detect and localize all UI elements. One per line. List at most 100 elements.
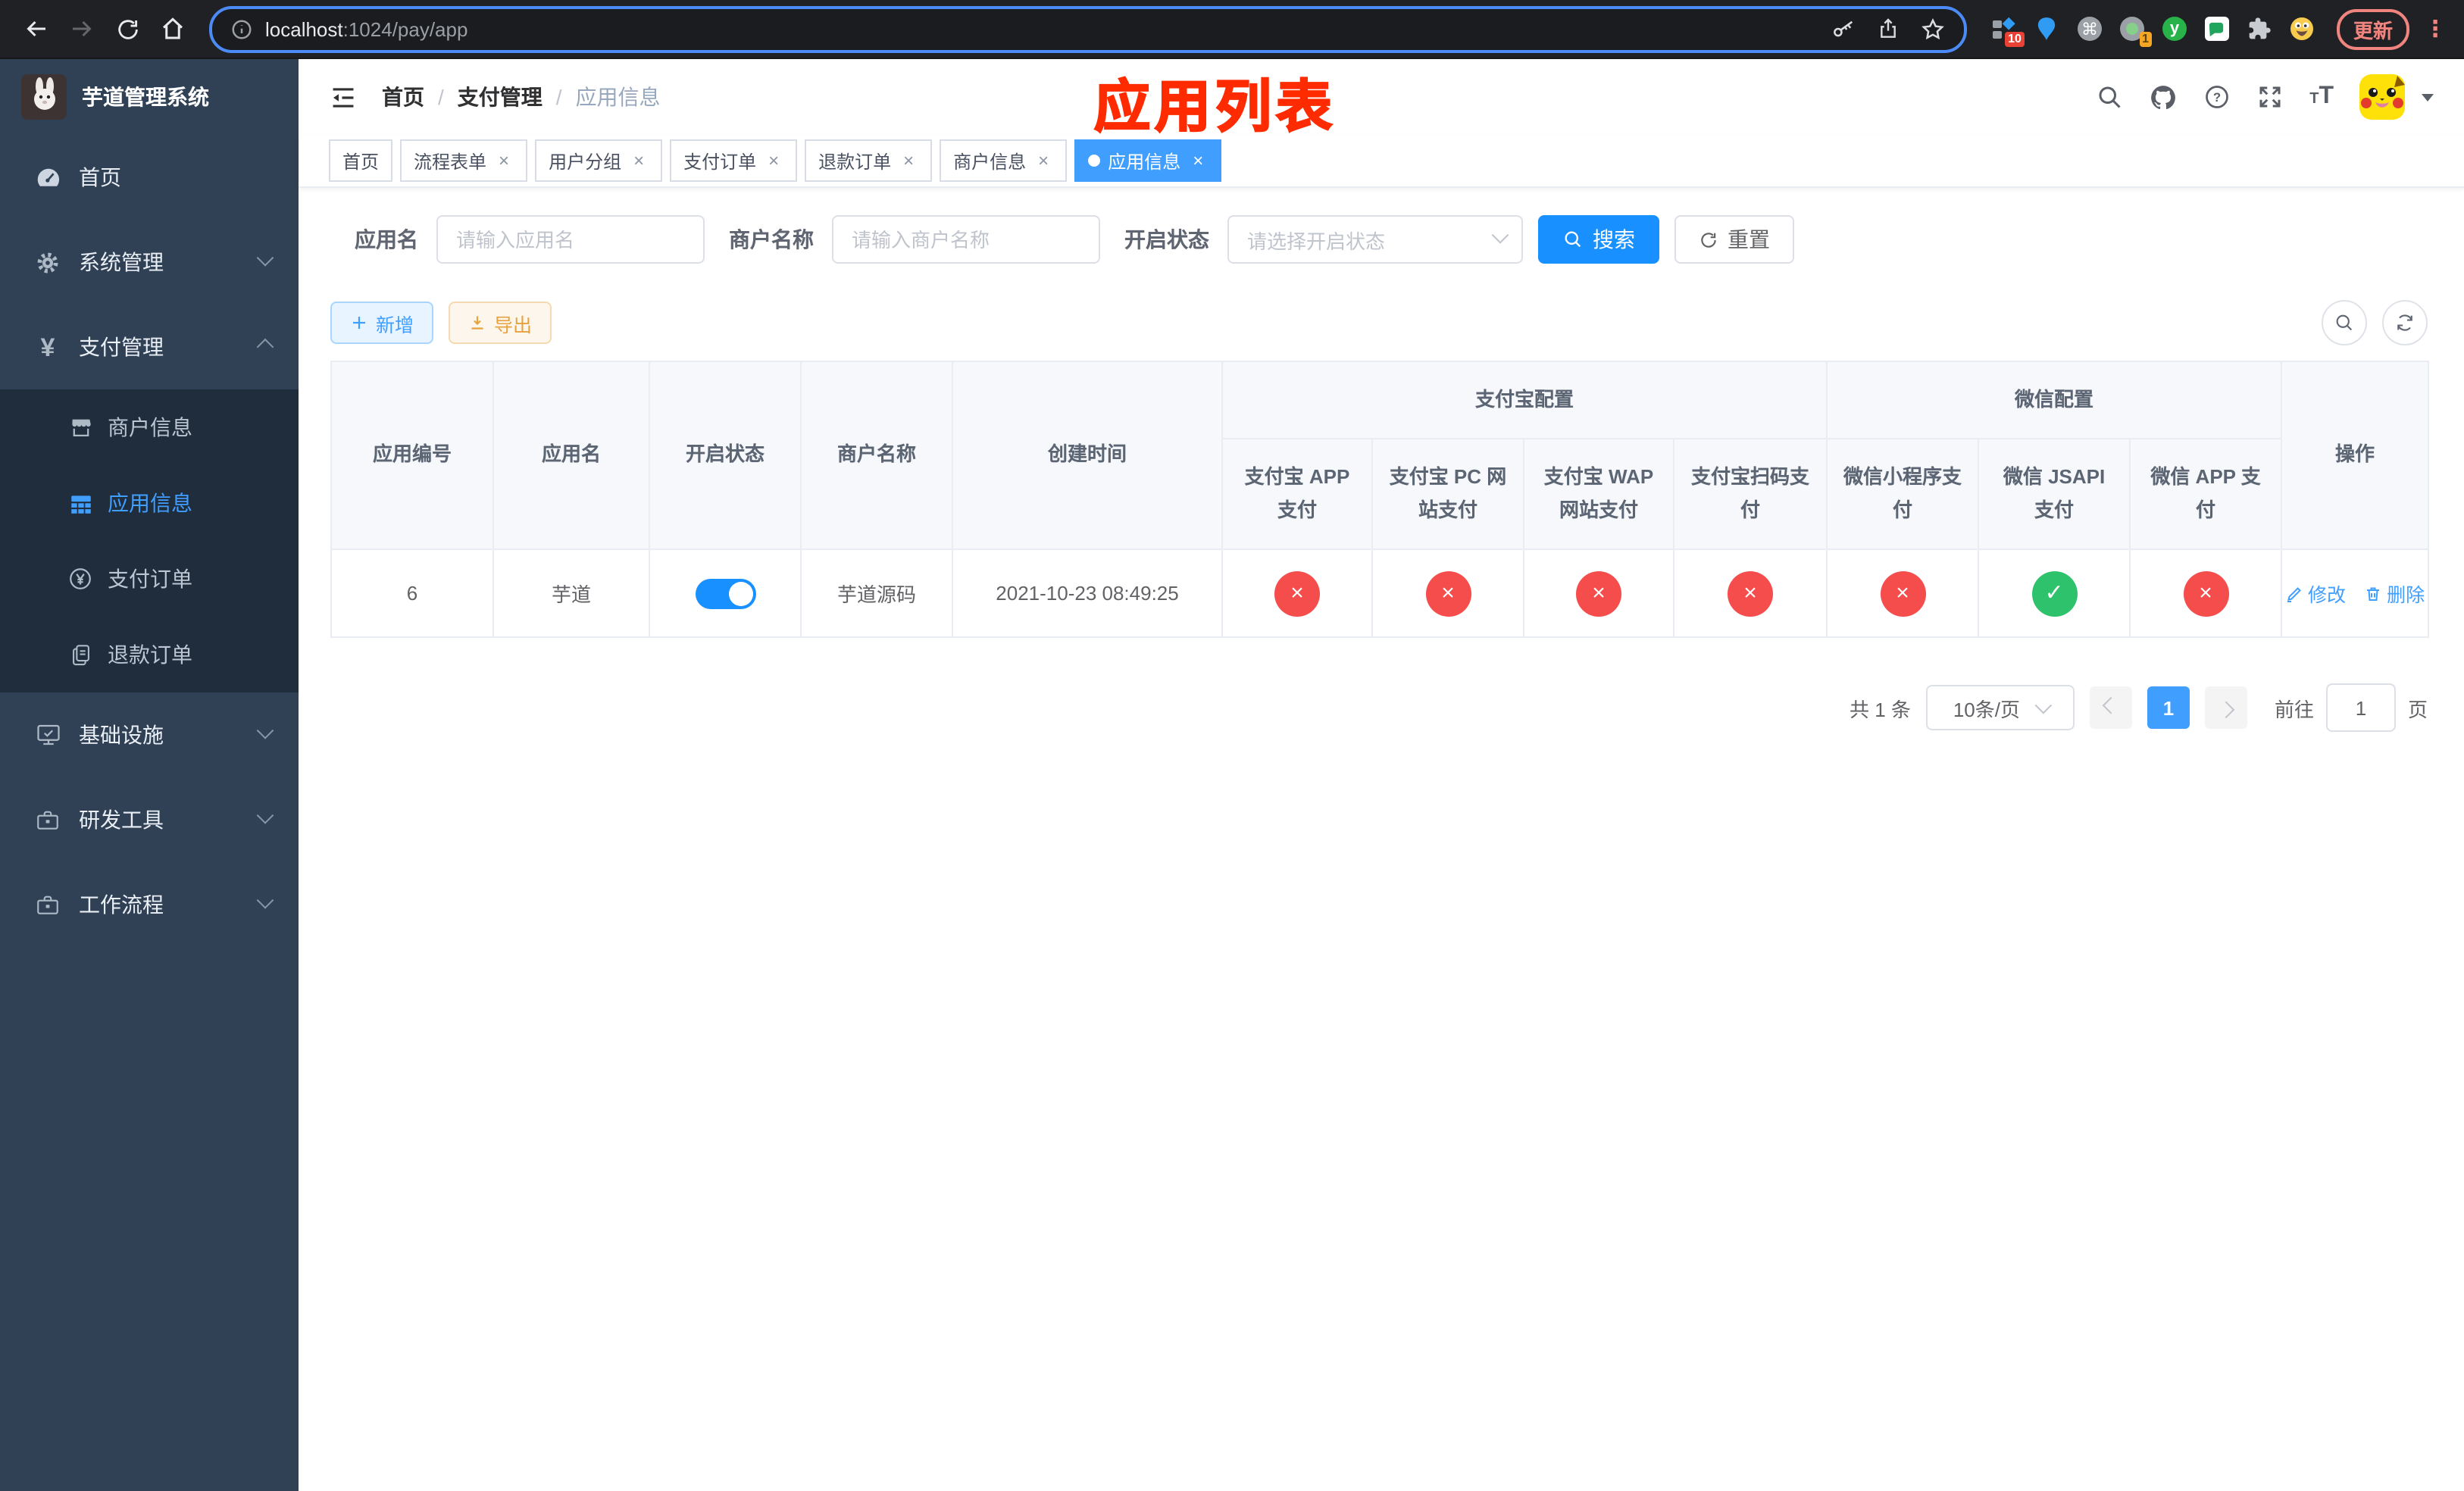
sidebar-item-merchant-info[interactable]: 商户信息 xyxy=(0,389,299,465)
col-alipay-qr: 支付宝扫码支付 xyxy=(1672,438,1828,550)
font-size-icon[interactable]: TT xyxy=(2309,83,2334,111)
close-icon[interactable]: × xyxy=(1188,150,1208,170)
sidebar-item-pay-order[interactable]: 支付订单 xyxy=(0,541,299,617)
status-wx-app: × xyxy=(2183,570,2229,616)
col-wx-app: 微信 APP 支付 xyxy=(2129,438,2283,550)
back-button[interactable] xyxy=(15,8,58,50)
edit-link[interactable]: 修改 xyxy=(2285,579,2346,608)
enabled-toggle[interactable] xyxy=(695,578,755,608)
merchant-name-input[interactable] xyxy=(832,215,1100,264)
logo[interactable]: 芋道管理系统 xyxy=(0,59,299,135)
breadcrumb-home[interactable]: 首页 xyxy=(382,82,424,112)
home-button[interactable] xyxy=(152,8,194,50)
sidebar-item-workflow[interactable]: 工作流程 xyxy=(0,862,299,947)
y-extension-icon[interactable]: y xyxy=(2161,15,2188,42)
sidebar: 芋道管理系统 首页 系统管理 ¥ 支付管理 商户信息 应用信息 支付订单 退款订… xyxy=(0,59,299,1491)
refresh-button[interactable] xyxy=(2382,300,2428,345)
gear-icon xyxy=(33,249,62,275)
measure-extension-icon[interactable]: 10 xyxy=(1991,15,2025,47)
sidebar-fold-icon[interactable] xyxy=(329,83,358,111)
share-icon[interactable] xyxy=(1876,17,1900,41)
next-page-button[interactable] xyxy=(2204,686,2247,729)
tag-process-form[interactable]: 流程表单 × xyxy=(400,139,528,182)
status-alipay-app: × xyxy=(1274,570,1320,616)
sidebar-item-label: 研发工具 xyxy=(79,808,164,832)
prev-page-button[interactable] xyxy=(2089,686,2132,729)
close-icon[interactable]: × xyxy=(494,150,514,170)
payment-submenu: 商户信息 应用信息 支付订单 退款订单 xyxy=(0,389,299,692)
sidebar-item-refund-order[interactable]: 退款订单 xyxy=(0,617,299,692)
sidebar-item-label: 支付订单 xyxy=(108,567,192,591)
add-button[interactable]: 新增 xyxy=(330,302,434,344)
table-row: 6 芋道 芋道源码 2021-10-23 08:49:25 × × × × × … xyxy=(330,549,2430,638)
tag-merchant-info[interactable]: 商户信息 × xyxy=(940,139,1068,182)
table-toolbar: 新增 导出 xyxy=(330,300,2428,345)
forward-button[interactable] xyxy=(61,8,103,50)
export-button[interactable]: 导出 xyxy=(449,302,552,344)
sidebar-item-system[interactable]: 系统管理 xyxy=(0,220,299,305)
command-extension-icon[interactable]: ⌘ xyxy=(2076,15,2103,42)
close-icon[interactable]: × xyxy=(1033,150,1053,170)
sidebar-item-dev-tools[interactable]: 研发工具 xyxy=(0,777,299,862)
reset-button[interactable]: 重置 xyxy=(1674,215,1794,264)
profile-avatar-icon[interactable] xyxy=(2288,15,2315,42)
tag-user-group[interactable]: 用户分组 × xyxy=(535,139,663,182)
close-icon[interactable]: × xyxy=(629,150,649,170)
avatar-caret-icon[interactable] xyxy=(2422,93,2434,101)
url-bar[interactable]: localhost:1024/pay/app xyxy=(209,5,1967,52)
breadcrumb-payment[interactable]: 支付管理 xyxy=(458,82,543,112)
col-merchant: 商户名称 xyxy=(800,361,953,550)
page-size-select[interactable]: 10条/页 xyxy=(1925,685,2075,730)
header-search-icon[interactable] xyxy=(2096,83,2123,111)
goto-page-input[interactable] xyxy=(2325,683,2396,732)
bookmark-star-icon[interactable] xyxy=(1920,16,1946,42)
close-icon[interactable]: × xyxy=(764,150,783,170)
sidebar-item-label: 商户信息 xyxy=(108,415,192,439)
tag-app-info[interactable]: 应用信息 × xyxy=(1074,139,1222,182)
dashboard-icon xyxy=(33,164,62,191)
col-group-wechat: 微信配置 xyxy=(1826,361,2283,439)
close-icon[interactable]: × xyxy=(899,150,918,170)
tag-refund-order[interactable]: 退款订单 × xyxy=(805,139,933,182)
col-created: 创建时间 xyxy=(952,361,1223,550)
sidebar-item-infrastructure[interactable]: 基础设施 xyxy=(0,692,299,777)
cell-created: 2021-10-23 08:49:25 xyxy=(952,549,1223,638)
fullscreen-icon[interactable] xyxy=(2256,83,2284,111)
browser-menu-icon[interactable]: ⋮ xyxy=(2422,15,2449,42)
logo-rabbit-image xyxy=(21,74,67,120)
search-button[interactable]: 搜索 xyxy=(1538,215,1659,264)
sidebar-item-label: 基础设施 xyxy=(79,723,164,747)
page-1-button[interactable]: 1 xyxy=(2147,686,2190,729)
tag-home[interactable]: 首页 xyxy=(329,139,393,182)
status-label: 开启状态 xyxy=(1124,227,1209,252)
col-app-id: 应用编号 xyxy=(330,361,494,550)
reload-button[interactable] xyxy=(106,8,149,50)
col-group-alipay: 支付宝配置 xyxy=(1221,361,1828,439)
show-search-toggle-button[interactable] xyxy=(2322,300,2367,345)
storefront-icon xyxy=(67,414,94,440)
app-name-input[interactable] xyxy=(436,215,705,264)
extensions-puzzle-icon[interactable] xyxy=(2246,15,2273,42)
total-count: 共 1 条 xyxy=(1850,698,1911,720)
sidebar-item-app-info[interactable]: 应用信息 xyxy=(0,465,299,541)
balloon-extension-icon[interactable] xyxy=(2034,15,2061,42)
col-alipay-wap: 支付宝 WAP 网站支付 xyxy=(1523,438,1674,550)
chat-extension-icon[interactable] xyxy=(2203,15,2231,42)
delete-link[interactable]: 删除 xyxy=(2364,579,2425,608)
status-select[interactable]: 请选择开启状态 xyxy=(1227,215,1523,264)
github-icon[interactable] xyxy=(2149,83,2178,111)
app-table: 应用编号 应用名 开启状态 商户名称 创建时间 支付宝配置 微信配置 操作 支付… xyxy=(330,361,2430,638)
sidebar-item-home[interactable]: 首页 xyxy=(0,135,299,220)
password-key-icon[interactable] xyxy=(1831,16,1856,42)
sidebar-item-payment[interactable]: ¥ 支付管理 xyxy=(0,305,299,389)
sidebar-item-label: 应用信息 xyxy=(108,491,192,515)
status-wx-jsapi: ✓ xyxy=(2031,570,2078,616)
site-info-icon[interactable] xyxy=(230,17,253,40)
col-wx-lite: 微信小程序支付 xyxy=(1826,438,1980,550)
tag-pay-order[interactable]: 支付订单 × xyxy=(670,139,798,182)
recorder-extension-icon[interactable]: 1 xyxy=(2118,15,2152,47)
chrome-update-button[interactable]: 更新 xyxy=(2336,8,2409,49)
col-alipay-app: 支付宝 APP 支付 xyxy=(1221,438,1373,550)
help-icon[interactable]: ? xyxy=(2203,83,2231,111)
user-avatar[interactable] xyxy=(2359,74,2405,120)
